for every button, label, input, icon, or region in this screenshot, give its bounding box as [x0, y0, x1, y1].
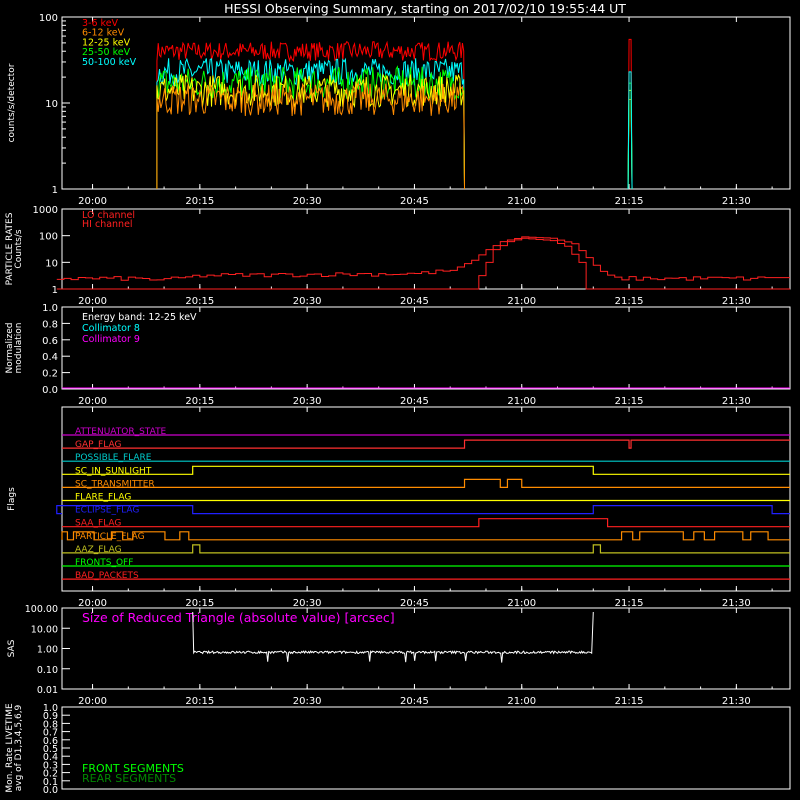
- x-tick-label: 20:45: [400, 196, 429, 207]
- y-tick-label: 0.8: [42, 319, 58, 330]
- flag-line-saa_flag: [62, 518, 790, 528]
- y-axis-label: counts/s/detector: [7, 63, 17, 142]
- y-tick-label: 0.2: [42, 369, 58, 380]
- series-line-LO-channel: [56, 236, 790, 281]
- x-tick-label: 20:00: [78, 598, 107, 609]
- flag-line-eclipse_flag: [56, 505, 790, 515]
- y-tick-label: 100.00: [25, 604, 58, 615]
- y-axis-label: SAS: [7, 639, 17, 657]
- y-tick-label: 0.01: [37, 685, 58, 696]
- legend-item: REAR SEGMENTS: [82, 772, 176, 785]
- x-tick-label: 20:30: [293, 696, 322, 707]
- x-tick-label: 21:00: [507, 196, 536, 207]
- x-tick-label: 20:15: [185, 696, 214, 707]
- x-tick-label: 20:15: [185, 196, 214, 207]
- x-tick-label: 20:15: [185, 598, 214, 609]
- panel-frame-1: [61, 16, 791, 190]
- x-tick-label: 21:15: [615, 598, 644, 609]
- x-tick-label: 20:45: [400, 598, 429, 609]
- x-tick-label: 20:45: [400, 696, 429, 707]
- x-tick-label: 20:00: [78, 396, 107, 407]
- x-tick-label: 20:45: [400, 396, 429, 407]
- x-tick-label: 20:15: [185, 296, 214, 307]
- x-tick-label: 21:00: [507, 396, 536, 407]
- x-tick-label: 20:30: [293, 196, 322, 207]
- y-tick-label: 1000: [33, 205, 58, 216]
- x-tick-label: 20:15: [185, 396, 214, 407]
- flag-line-particle_flag: [61, 531, 790, 541]
- y-tick-label: 1.0: [42, 303, 58, 314]
- x-tick-label: 20:00: [78, 196, 107, 207]
- x-tick-label: 20:00: [78, 696, 107, 707]
- legend-item: 50-100 keV: [82, 57, 137, 68]
- y-tick-label: 100: [39, 13, 58, 24]
- y-axis-label: Counts/s: [14, 229, 24, 268]
- x-tick-label: 20:00: [78, 296, 107, 307]
- flag-line-aaz_flag: [62, 544, 790, 554]
- y-tick-label: 10: [45, 258, 58, 269]
- y-tick-label: 0.6: [42, 336, 58, 347]
- y-tick-label: 1: [52, 285, 58, 296]
- y-tick-label: 0.10: [37, 665, 58, 676]
- series-line-HI-channel: [56, 237, 790, 290]
- x-tick-label: 21:15: [615, 296, 644, 307]
- y-tick-label: 0.4: [42, 352, 58, 363]
- flag-line-sc_transmitter: [62, 478, 790, 488]
- x-tick-label: 20:45: [400, 296, 429, 307]
- y-tick-label: 100: [39, 232, 58, 243]
- x-tick-label: 21:00: [507, 296, 536, 307]
- y-tick-label: 10: [45, 99, 58, 110]
- y-tick-label: 1: [52, 185, 58, 196]
- x-tick-label: 20:30: [293, 598, 322, 609]
- y-tick-label: 1.0: [43, 703, 58, 714]
- y-tick-label: 0.0: [42, 385, 58, 396]
- x-tick-label: 21:30: [722, 296, 751, 307]
- x-tick-label: 21:00: [507, 696, 536, 707]
- x-tick-label: 20:30: [293, 396, 322, 407]
- x-tick-label: 20:30: [293, 296, 322, 307]
- x-tick-label: 21:00: [507, 598, 536, 609]
- y-axis-label: avg of D1,3,4,5,6,9: [14, 704, 24, 791]
- x-tick-label: 21:30: [722, 696, 751, 707]
- x-tick-label: 21:15: [615, 696, 644, 707]
- y-axis-label: modulation: [14, 323, 24, 374]
- flag-line-gap_flag: [62, 439, 790, 449]
- spike-mark: [627, 71, 633, 190]
- legend-item: HI channel: [82, 219, 133, 230]
- legend-item: Collimator 9: [82, 334, 140, 345]
- plot-title: HESSI Observing Summary, starting on 201…: [224, 1, 626, 16]
- x-tick-label: 21:30: [722, 396, 751, 407]
- y-tick-label: 10.00: [31, 624, 58, 635]
- x-tick-label: 21:15: [615, 196, 644, 207]
- x-tick-label: 21:30: [722, 598, 751, 609]
- legend-item: Energy band: 12-25 keV: [82, 312, 197, 323]
- flag-label: ECLIPSE_FLAG: [75, 506, 139, 516]
- legend-item: Collimator 8: [82, 323, 140, 334]
- sas-annotation: Size of Reduced Triangle (absolute value…: [82, 610, 395, 625]
- flag-line-sc_in_sunlight: [62, 465, 790, 475]
- y-tick-label: 1.00: [37, 645, 58, 656]
- y-axis-label: Flags: [7, 487, 17, 511]
- x-tick-label: 21:30: [722, 196, 751, 207]
- hessi-summary-plot: HESSI Observing Summary, starting on 201…: [5, 1, 791, 796]
- x-tick-label: 21:15: [615, 396, 644, 407]
